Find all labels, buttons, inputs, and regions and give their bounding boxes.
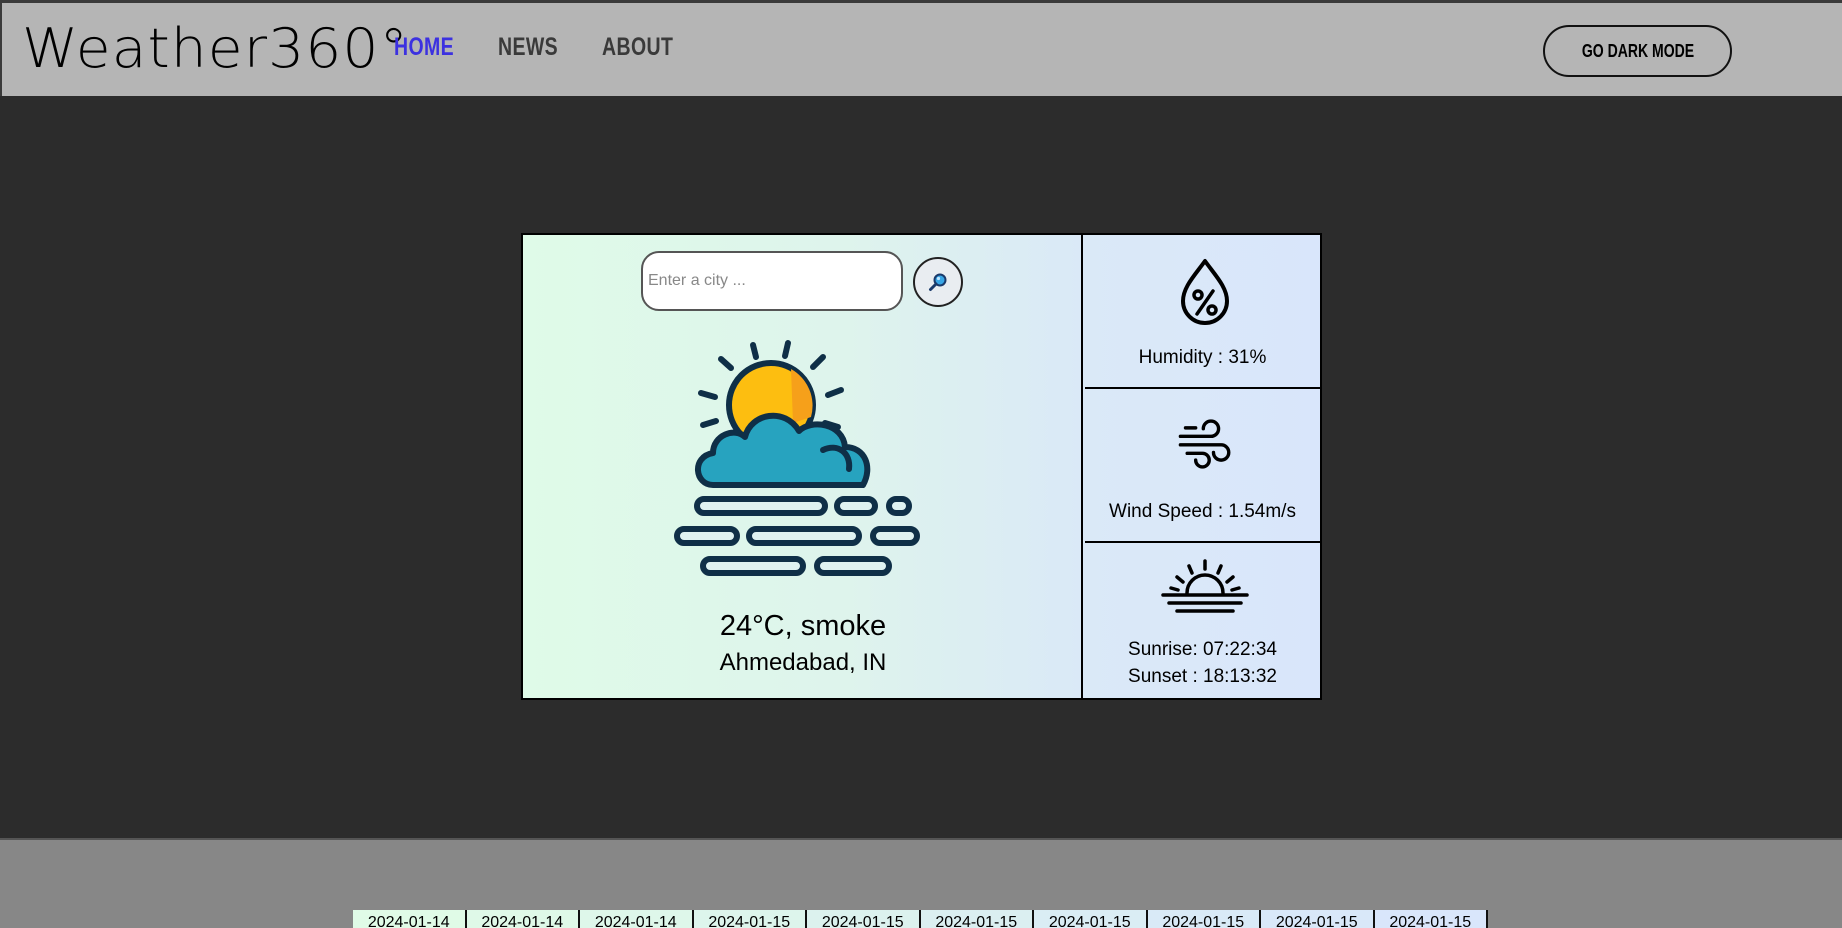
forecast-item[interactable]: 2024-01-14 <box>466 910 580 928</box>
forecast-item[interactable]: 2024-01-15 <box>807 910 921 928</box>
nav-home-link[interactable]: HOME <box>394 33 454 62</box>
forecast-item[interactable]: 2024-01-15 <box>1147 910 1261 928</box>
wind-speed-text: Wind Speed : 1.54m/s <box>1109 501 1296 522</box>
magnifier-icon <box>929 273 947 291</box>
sunset-text: Sunset : 18:13:32 <box>1128 666 1277 687</box>
dark-mode-button-label: GO DARK MODE <box>1581 40 1694 61</box>
top-navbar: Weather360° HOME NEWS ABOUT GO DARK MODE <box>0 0 1842 96</box>
forecast-footer: 2024-01-14 2024-01-14 2024-01-14 2024-01… <box>0 838 1842 928</box>
forecast-item[interactable]: 2024-01-15 <box>920 910 1034 928</box>
forecast-item[interactable]: 2024-01-14 <box>580 910 694 928</box>
sun-cloud-mist-icon <box>674 340 920 576</box>
weather-card: 24°C, smoke Ahmedabad, IN Humidity : 31% <box>521 233 1322 700</box>
forecast-item[interactable]: 2024-01-14 <box>353 910 467 928</box>
brand-logo[interactable]: Weather360° <box>22 17 409 80</box>
main-nav: HOME NEWS ABOUT <box>394 33 706 62</box>
nav-about-link[interactable]: ABOUT <box>602 33 673 62</box>
forecast-item[interactable]: 2024-01-15 <box>1374 910 1488 928</box>
sunrise-text: Sunrise: 07:22:34 <box>1128 639 1277 660</box>
forecast-item[interactable]: 2024-01-15 <box>1261 910 1375 928</box>
humidity-cell: Humidity : 31% <box>1085 235 1320 389</box>
search-button[interactable] <box>913 257 963 307</box>
current-weather-panel: 24°C, smoke Ahmedabad, IN <box>523 235 1083 698</box>
forecast-item[interactable]: 2024-01-15 <box>1034 910 1148 928</box>
wind-cell: Wind Speed : 1.54m/s <box>1085 389 1320 543</box>
forecast-strip: 2024-01-14 2024-01-14 2024-01-14 2024-01… <box>353 910 1488 928</box>
location-label: Ahmedabad, IN <box>719 649 887 676</box>
humidity-text: Humidity : 31% <box>1138 347 1267 368</box>
sunrise-icon <box>1161 559 1249 613</box>
details-panel: Humidity : 31% Wind Speed : 1.54m/s Sunr… <box>1085 235 1320 698</box>
humidity-drop-icon <box>1181 259 1229 325</box>
city-search-input[interactable] <box>641 251 903 311</box>
temperature-condition: 24°C, smoke <box>719 610 887 642</box>
nav-news-link[interactable]: NEWS <box>498 33 558 62</box>
wind-icon <box>1178 419 1231 469</box>
forecast-item[interactable]: 2024-01-15 <box>693 910 807 928</box>
sun-times-cell: Sunrise: 07:22:34 Sunset : 18:13:32 <box>1085 543 1320 698</box>
dark-mode-button[interactable]: GO DARK MODE <box>1543 25 1732 77</box>
